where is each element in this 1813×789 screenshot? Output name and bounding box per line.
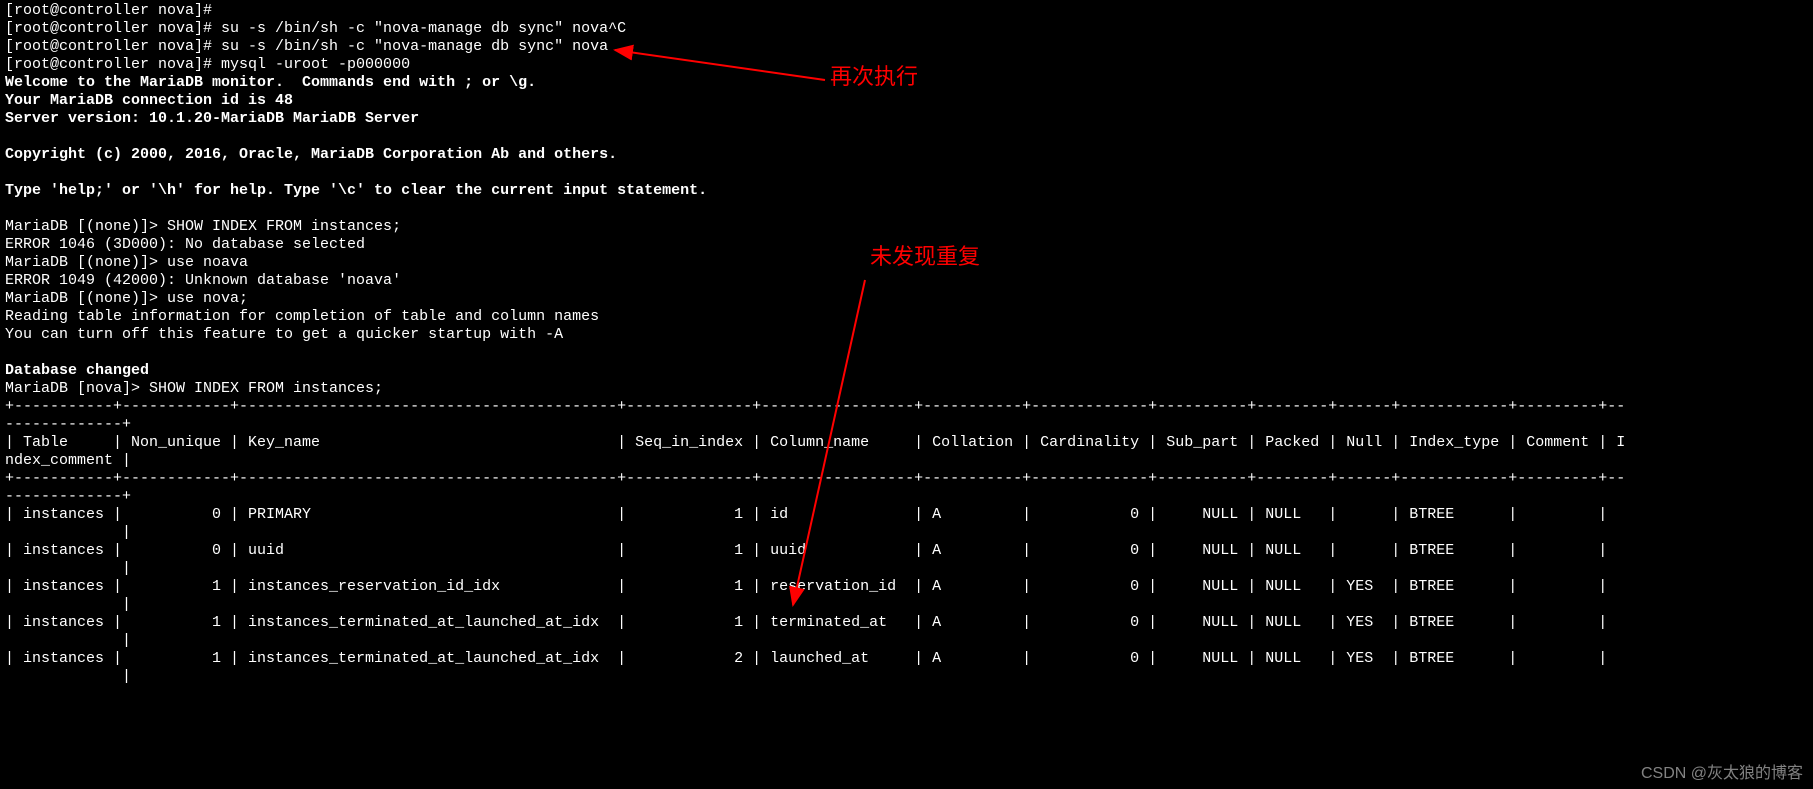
- terminal-output: [root@controller nova]# [root@controller…: [0, 0, 1813, 789]
- watermark: CSDN @灰太狼的博客: [1641, 765, 1803, 783]
